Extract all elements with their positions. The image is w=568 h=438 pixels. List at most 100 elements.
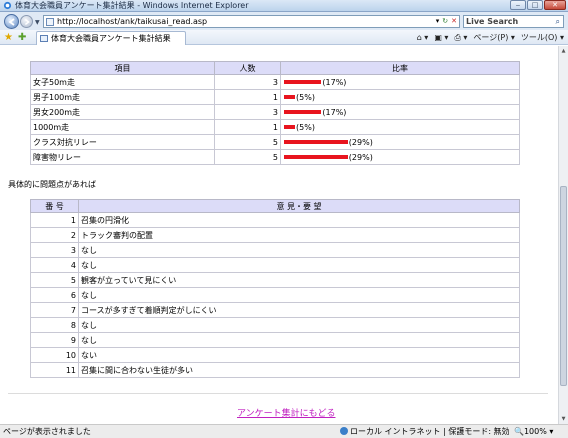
comment-number: 4 xyxy=(30,257,79,273)
result-ratio: (17%) xyxy=(280,74,520,90)
comment-number: 8 xyxy=(30,317,79,333)
ratio-percent: (17%) xyxy=(322,107,347,117)
comment-text: なし xyxy=(78,242,520,258)
comment-text: なし xyxy=(78,287,520,303)
ratio-bar xyxy=(284,80,322,84)
result-count: 3 xyxy=(214,104,281,120)
ratio-percent: (5%) xyxy=(296,92,315,102)
result-count: 1 xyxy=(214,119,281,135)
page-menu[interactable]: ページ(P) ▾ xyxy=(473,32,514,43)
comment-number: 1 xyxy=(30,212,79,228)
back-arrow-icon xyxy=(8,18,15,26)
comment-row: 11 召集に間に合わない生徒が多い xyxy=(30,362,520,378)
result-row: 障害物リレー 5 (29%) xyxy=(30,149,520,165)
recent-pages-dropdown-icon[interactable]: ▼ xyxy=(35,19,40,26)
feeds-button[interactable]: ▣ ▾ xyxy=(434,32,448,43)
divider xyxy=(8,393,548,394)
comment-row: 3 なし xyxy=(30,242,520,258)
comment-text: 召集の円滑化 xyxy=(78,212,520,228)
header-count: 人数 xyxy=(214,61,281,75)
comments-table: 番 号 意 見・要 望 1 召集の円滑化 2 トラック審判の配置 3 なし 4 なし 5 観客が立… xyxy=(30,199,520,378)
comment-row: 1 召集の円滑化 xyxy=(30,212,520,228)
ratio-percent: (29%) xyxy=(348,137,373,147)
url-text: http://localhost/ank/taikusai_read.asp xyxy=(57,17,208,26)
tab-current-page[interactable]: 体育大会職員アンケート集計結果 xyxy=(36,31,186,45)
refresh-icon[interactable]: ↻ xyxy=(442,17,448,26)
zoom-text: 100% ▾ xyxy=(523,427,554,436)
result-row: 1000m走 1 (5%) xyxy=(30,119,520,135)
address-dropdown-icon[interactable]: ▾ xyxy=(436,17,440,26)
comment-text: 観客が立っていて見にくい xyxy=(78,272,520,288)
command-bar: ★ ✚ 体育大会職員アンケート集計結果 ⌂ ▾ ▣ ▾ ⎙ ▾ ページ(P) ▾… xyxy=(0,30,568,45)
scroll-thumb[interactable] xyxy=(560,186,567,386)
comment-number: 5 xyxy=(30,272,79,288)
scroll-down-icon[interactable]: ▼ xyxy=(560,415,567,423)
comment-text: なし xyxy=(78,332,520,348)
result-item: 女子50m走 xyxy=(30,74,215,90)
result-row: 男子100m走 1 (5%) xyxy=(30,89,520,105)
comment-number: 7 xyxy=(30,302,79,318)
search-input[interactable]: Live Search ⌕ xyxy=(463,15,564,28)
result-ratio: (5%) xyxy=(280,89,520,105)
back-to-survey-link[interactable]: アンケート集計にもどる xyxy=(237,406,335,419)
add-favorites-icon[interactable]: ✚ xyxy=(18,32,26,43)
result-row: 男女200m走 3 (17%) xyxy=(30,104,520,120)
comment-text: ない xyxy=(78,347,520,363)
title-bar: 体育大会職員アンケート集計結果 - Windows Internet Explo… xyxy=(0,0,568,12)
ratio-percent: (29%) xyxy=(348,152,373,162)
ratio-bar xyxy=(284,110,322,114)
comment-text: 召集に間に合わない生徒が多い xyxy=(78,362,520,378)
url-field[interactable]: http://localhost/ank/taikusai_read.asp ▾… xyxy=(43,15,460,28)
result-item: 1000m走 xyxy=(30,119,215,135)
zoom-icon: 🔍 xyxy=(514,427,524,436)
result-count: 5 xyxy=(214,149,281,165)
forward-button[interactable] xyxy=(20,15,33,28)
command-tools: ⌂ ▾ ▣ ▾ ⎙ ▾ ページ(P) ▾ ツール(O) ▾ xyxy=(411,32,564,43)
tab-label: 体育大会職員アンケート集計結果 xyxy=(51,34,171,43)
comment-row: 9 なし xyxy=(30,332,520,348)
favorites-star-icon[interactable]: ★ xyxy=(4,32,13,43)
result-item: 男女200m走 xyxy=(30,104,215,120)
back-button[interactable] xyxy=(4,14,19,29)
close-button[interactable]: ✕ xyxy=(544,0,566,10)
tab-page-icon xyxy=(40,35,48,42)
ratio-bar xyxy=(284,95,295,99)
vertical-scrollbar[interactable]: ▲ ▼ xyxy=(558,46,568,424)
tools-menu[interactable]: ツール(O) ▾ xyxy=(521,32,564,43)
zoom-level[interactable]: 🔍100% ▾ xyxy=(514,425,553,438)
print-button[interactable]: ⎙ ▾ xyxy=(454,32,467,43)
ratio-percent: (5%) xyxy=(296,122,315,132)
window-title: 体育大会職員アンケート集計結果 - Windows Internet Explo… xyxy=(15,1,249,10)
stop-icon[interactable]: ✕ xyxy=(451,17,457,26)
comment-text: トラック審判の配置 xyxy=(78,227,520,243)
status-bar: ページが表示されました ローカル イントラネット | 保護モード: 無効 🔍10… xyxy=(0,424,568,438)
results-table: 項目 人数 比率 女子50m走 3 (17%) 男子100m走 1 (5%) 男女200m走… xyxy=(30,61,520,165)
maximize-button[interactable]: □ xyxy=(527,0,543,10)
comment-text: コースが多すぎて着順判定がしにくい xyxy=(78,302,520,318)
scroll-up-icon[interactable]: ▲ xyxy=(560,47,567,55)
page-icon xyxy=(46,18,54,26)
security-zone[interactable]: ローカル イントラネット | 保護モード: 無効 xyxy=(340,425,510,438)
result-item: クラス対抗リレー xyxy=(30,134,215,150)
comment-row: 8 なし xyxy=(30,317,520,333)
result-row: 女子50m走 3 (17%) xyxy=(30,74,520,90)
ratio-percent: (17%) xyxy=(322,77,347,87)
result-ratio: (29%) xyxy=(280,134,520,150)
ratio-bar xyxy=(284,155,348,159)
comment-text: なし xyxy=(78,257,520,273)
comment-number: 3 xyxy=(30,242,79,258)
comment-number: 9 xyxy=(30,332,79,348)
address-bar: ▼ http://localhost/ank/taikusai_read.asp… xyxy=(0,12,568,30)
result-count: 5 xyxy=(214,134,281,150)
ratio-bar xyxy=(284,140,348,144)
search-icon[interactable]: ⌕ xyxy=(556,17,560,27)
result-ratio: (29%) xyxy=(280,149,520,165)
home-button[interactable]: ⌂ ▾ xyxy=(417,32,429,43)
result-item: 障害物リレー xyxy=(30,149,215,165)
result-ratio: (5%) xyxy=(280,119,520,135)
comment-number: 2 xyxy=(30,227,79,243)
zone-text: ローカル イントラネット | 保護モード: 無効 xyxy=(350,427,510,436)
minimize-button[interactable]: ‒ xyxy=(510,0,526,10)
result-count: 3 xyxy=(214,74,281,90)
comment-row: 7 コースが多すぎて着順判定がしにくい xyxy=(30,302,520,318)
